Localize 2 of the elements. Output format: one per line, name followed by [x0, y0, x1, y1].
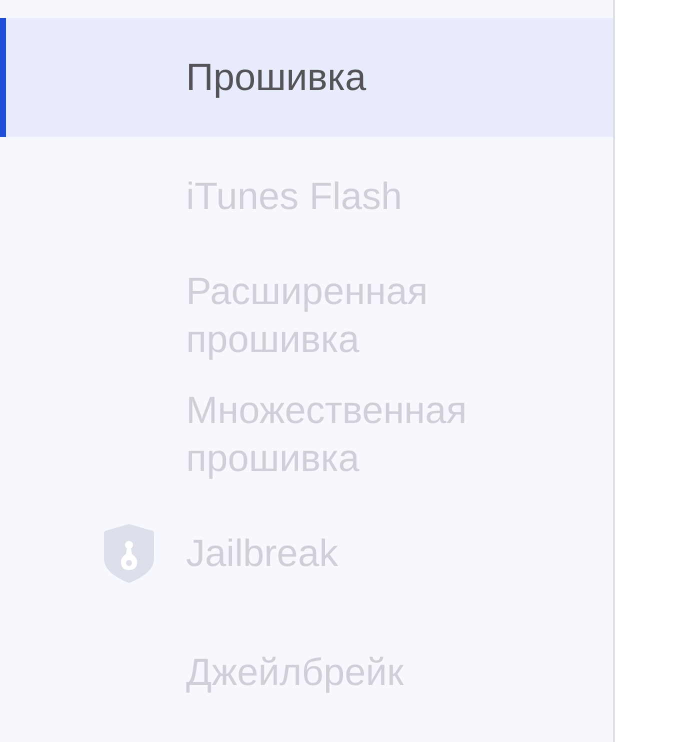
sidebar-item[interactable]: Прошивка — [0, 18, 613, 137]
shield-icon — [103, 523, 155, 584]
